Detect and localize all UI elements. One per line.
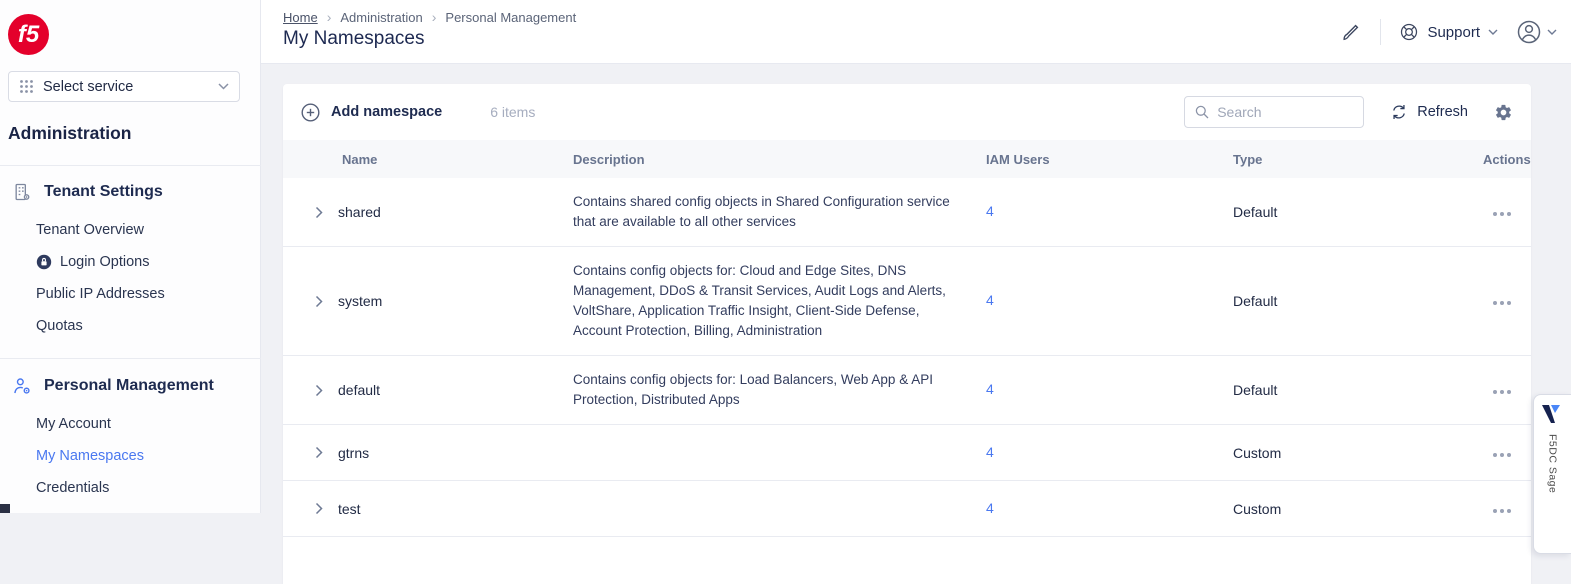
sidebar-section-tenant-settings: Tenant Settings [12,182,163,202]
namespace-type: Custom [1233,501,1483,517]
grid-icon [19,79,34,94]
chevron-down-icon [218,83,229,90]
breadcrumb-administration: Administration [340,10,422,25]
sidebar-item-tenant-overview[interactable]: Tenant Overview [36,222,144,238]
sage-tab-label: F5DC Sage [1547,434,1559,493]
sidebar: f5 Select service Administration [0,0,261,513]
account-menu[interactable] [1516,19,1557,45]
sidebar-item-my-account[interactable]: My Account [36,416,111,432]
section-title: Tenant Settings [44,183,163,201]
row-expander-icon[interactable] [315,206,323,219]
iam-users-link[interactable]: 4 [986,381,994,397]
namespace-description: Contains config objects for: Load Balanc… [573,370,986,410]
iam-users-link[interactable]: 4 [986,203,994,219]
namespaces-card: Add namespace 6 items Refres [283,84,1531,584]
namespace-type: Custom [1233,445,1483,461]
table-row: test 4 Custom [283,481,1531,537]
user-gear-icon [12,376,32,396]
breadcrumb-personal-management: Personal Management [445,10,576,25]
sidebar-item-quotas[interactable]: Quotas [36,318,83,334]
iam-users-link[interactable]: 4 [986,444,994,460]
add-namespace-button[interactable]: Add namespace [301,103,442,122]
column-header-actions: Actions [1483,152,1549,167]
namespace-description: Contains shared config objects in Shared… [573,192,986,232]
table-row: default Contains config objects for: Loa… [283,356,1531,425]
service-selector-label: Select service [43,79,218,95]
table-row: shared Contains shared config objects in… [283,178,1531,247]
items-count: 6 items [490,104,535,120]
service-selector[interactable]: Select service [8,71,240,102]
search-box [1184,96,1364,128]
chevron-down-icon [1547,29,1557,36]
f5-logo[interactable]: f5 [8,14,49,55]
sidebar-heading: Administration [8,123,131,144]
refresh-button[interactable]: Refresh [1390,103,1468,121]
f5-logo-text: f5 [18,21,39,49]
refresh-icon [1390,103,1408,121]
namespace-name: default [338,382,380,398]
page-header: Home Administration Personal Management … [261,0,1571,64]
row-actions-menu[interactable] [1493,509,1511,513]
support-menu[interactable]: Support [1399,22,1498,42]
column-header-iam-users: IAM Users [986,152,1233,167]
plus-circle-icon [301,103,320,122]
avatar-icon [1516,19,1542,45]
iam-users-link[interactable]: 4 [986,500,994,516]
sidebar-divider [0,358,261,359]
row-expander-icon[interactable] [315,502,323,515]
support-label: Support [1427,24,1480,41]
page-title: My Namespaces [283,28,425,50]
namespace-name: system [338,293,382,309]
breadcrumb: Home Administration Personal Management [283,9,576,25]
table-row: gtrns 4 Custom [283,425,1531,481]
life-ring-icon [1399,22,1419,42]
header-divider [1380,19,1381,45]
sidebar-item-public-ip-addresses[interactable]: Public IP Addresses [36,286,165,302]
sidebar-item-label: Login Options [60,254,149,270]
lock-circle-icon [36,254,52,270]
row-actions-menu[interactable] [1493,390,1511,394]
sidebar-item-login-options[interactable]: Login Options [36,254,149,270]
namespace-type: Default [1233,293,1483,309]
namespace-name: gtrns [338,445,369,461]
row-expander-icon[interactable] [315,446,323,459]
chevron-down-icon [1488,29,1498,36]
row-actions-menu[interactable] [1493,212,1511,216]
column-header-name: Name [283,152,573,167]
table-header-row: Name Description IAM Users Type Actions [283,140,1531,178]
search-input[interactable] [1217,104,1347,120]
building-gear-icon [12,182,32,202]
iam-users-link[interactable]: 4 [986,292,994,308]
namespace-name: shared [338,204,381,220]
column-header-type: Type [1233,152,1483,167]
sidebar-section-personal-management: Personal Management [12,376,214,396]
table-toolbar: Add namespace 6 items Refres [283,84,1531,140]
sage-flyout-tab[interactable]: F5DC Sage [1533,394,1571,554]
sidebar-bottom-bar [0,504,10,513]
breadcrumb-separator-icon [327,9,332,25]
breadcrumb-home-link[interactable]: Home [283,10,318,25]
add-namespace-label: Add namespace [331,104,442,120]
sidebar-divider [0,165,261,166]
namespace-type: Default [1233,204,1483,220]
section-title: Personal Management [44,377,214,395]
sidebar-item-credentials[interactable]: Credentials [36,480,109,496]
table-row: system Contains config objects for: Clou… [283,247,1531,356]
row-expander-icon[interactable] [315,384,323,397]
namespace-description: Contains config objects for: Cloud and E… [573,261,986,341]
sidebar-item-my-namespaces[interactable]: My Namespaces [36,448,144,464]
v-logo [1541,404,1565,424]
row-expander-icon[interactable] [315,295,323,308]
refresh-label: Refresh [1417,104,1468,120]
column-header-description: Description [573,152,986,167]
brush-icon[interactable] [1340,21,1362,43]
row-actions-menu[interactable] [1493,453,1511,457]
namespace-type: Default [1233,382,1483,398]
row-actions-menu[interactable] [1493,301,1511,305]
namespace-name: test [338,501,361,517]
search-icon [1194,104,1210,120]
table-settings-gear-icon[interactable] [1494,103,1513,122]
breadcrumb-separator-icon [432,9,437,25]
